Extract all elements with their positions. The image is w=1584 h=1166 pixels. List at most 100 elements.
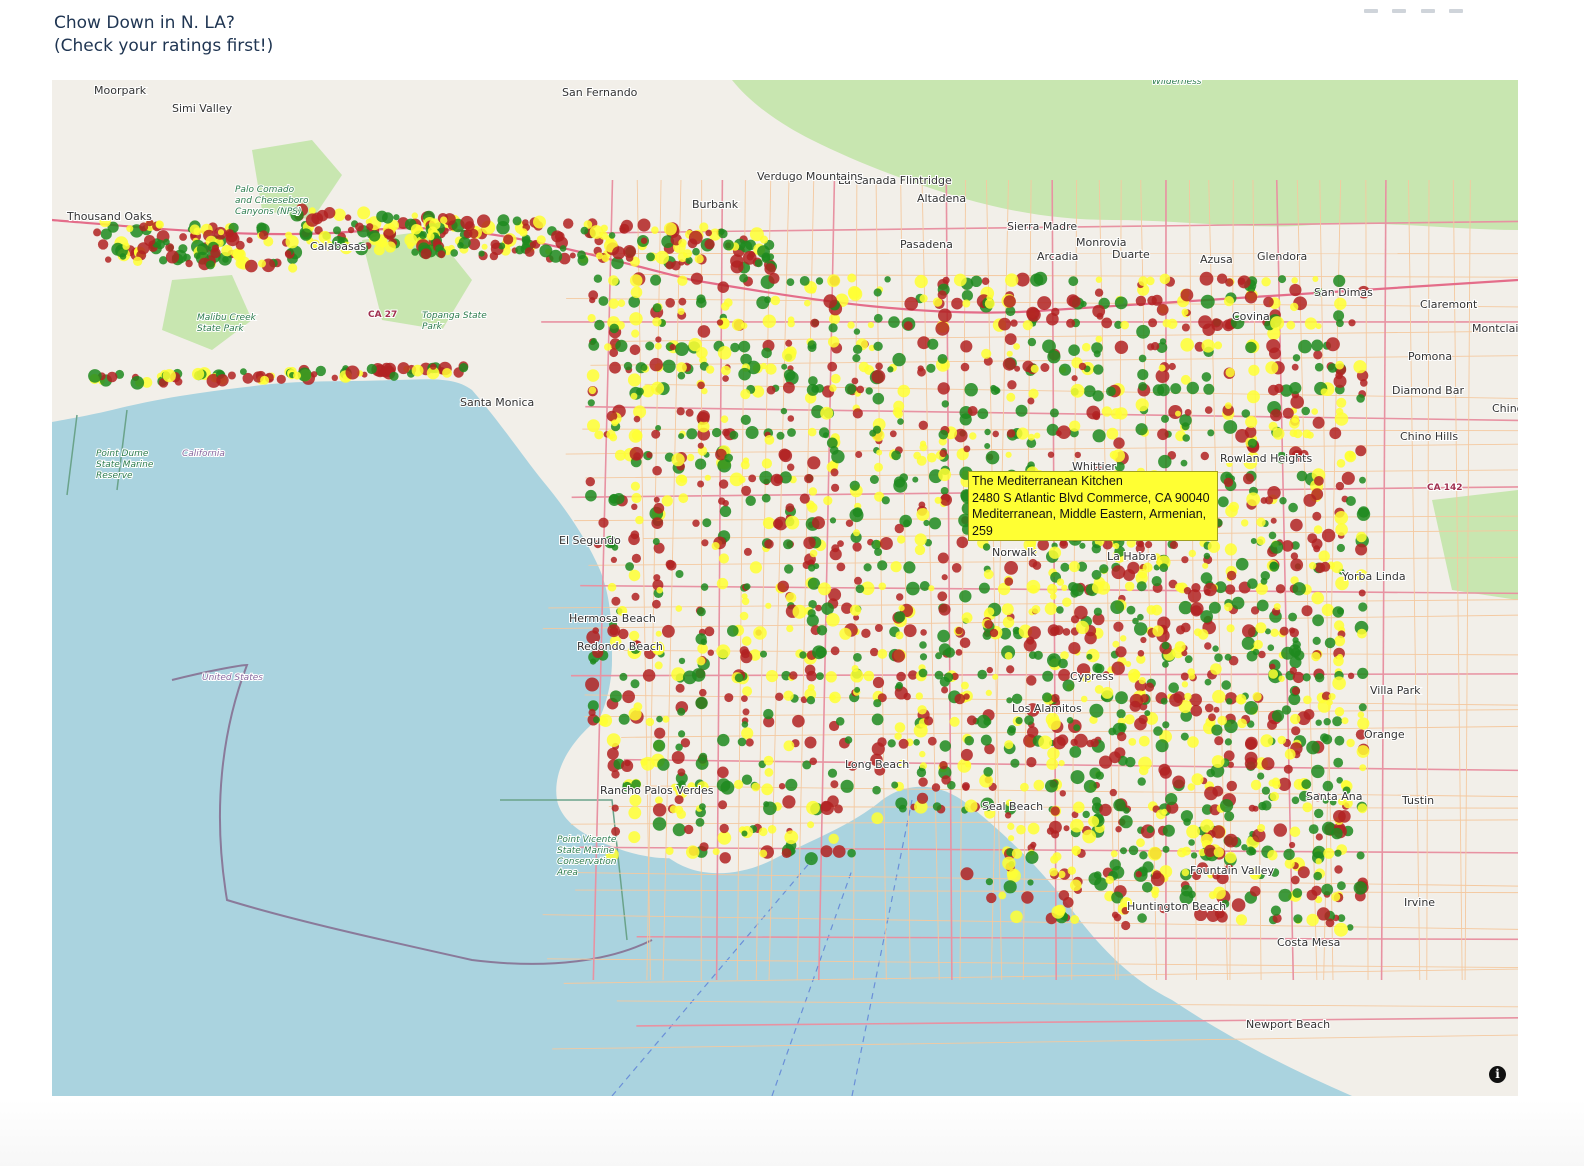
- restaurant-marker: [740, 389, 751, 400]
- restaurant-marker: [1111, 565, 1126, 580]
- restaurant-marker: [1181, 323, 1190, 332]
- restaurant-marker: [856, 385, 865, 394]
- info-icon[interactable]: i: [1489, 1066, 1506, 1083]
- restaurant-marker: [1316, 907, 1331, 921]
- restaurant-tooltip: The Mediterranean Kitchen 2480 S Atlanti…: [968, 471, 1218, 541]
- restaurant-marker: [686, 428, 698, 440]
- restaurant-marker: [629, 344, 641, 356]
- restaurant-marker: [1068, 276, 1079, 287]
- restaurant-marker: [1078, 362, 1087, 371]
- restaurant-marker: [1291, 686, 1301, 696]
- restaurant-marker: [1248, 847, 1255, 854]
- restaurant-marker: [874, 462, 883, 472]
- restaurant-marker: [1334, 849, 1342, 857]
- restaurant-marker: [1200, 833, 1213, 847]
- restaurant-marker: [855, 584, 865, 594]
- restaurant-marker: [815, 604, 822, 612]
- restaurant-marker: [960, 362, 970, 372]
- restaurant-marker: [865, 387, 873, 395]
- restaurant-marker: [1257, 772, 1265, 780]
- restaurant-marker: [1092, 390, 1104, 402]
- place-label: Pomona: [1408, 350, 1452, 363]
- restaurant-marker: [539, 244, 553, 258]
- restaurant-marker: [1338, 810, 1351, 823]
- restaurant-marker: [1270, 905, 1281, 916]
- place-label: La Habra: [1107, 550, 1157, 563]
- restaurant-marker: [662, 715, 670, 723]
- restaurant-marker: [1290, 518, 1303, 532]
- place-label: Thousand Oaks: [66, 210, 152, 223]
- restaurant-marker: [1123, 569, 1136, 581]
- modebar-button[interactable]: [1420, 9, 1435, 13]
- restaurant-marker: [1204, 703, 1214, 713]
- restaurant-marker: [809, 549, 818, 558]
- restaurant-marker: [894, 523, 904, 534]
- restaurant-marker: [695, 458, 707, 470]
- restaurant-marker: [1238, 697, 1245, 705]
- restaurant-marker: [1137, 369, 1149, 381]
- restaurant-marker: [609, 361, 621, 374]
- restaurant-marker: [1268, 669, 1279, 679]
- place-label: Claremont: [1420, 298, 1478, 311]
- restaurant-marker: [1138, 677, 1146, 685]
- restaurant-marker: [717, 733, 730, 747]
- restaurant-marker: [1288, 612, 1297, 622]
- restaurant-marker: [695, 818, 705, 827]
- restaurant-marker: [722, 375, 729, 382]
- modebar-button[interactable]: [1392, 9, 1407, 13]
- restaurant-marker: [719, 823, 729, 834]
- restaurant-marker: [764, 768, 774, 777]
- restaurant-marker: [877, 560, 888, 571]
- restaurant-marker: [923, 519, 930, 527]
- restaurant-marker: [954, 693, 966, 705]
- restaurant-marker: [407, 242, 414, 250]
- restaurant-marker: [919, 750, 926, 758]
- restaurant-marker: [990, 386, 1000, 395]
- restaurant-marker: [1252, 692, 1262, 702]
- restaurant-marker: [879, 537, 893, 550]
- restaurant-marker: [205, 260, 215, 270]
- modebar-button[interactable]: [1449, 9, 1464, 13]
- restaurant-marker: [1289, 667, 1298, 675]
- restaurant-marker: [1155, 739, 1169, 753]
- restaurant-marker: [1115, 691, 1128, 705]
- restaurant-marker: [232, 247, 244, 260]
- restaurant-marker: [1091, 581, 1104, 594]
- restaurant-marker: [1099, 564, 1109, 574]
- restaurant-marker: [608, 298, 619, 309]
- restaurant-marker: [630, 286, 643, 299]
- restaurant-marker: [934, 496, 942, 504]
- restaurant-marker: [916, 508, 930, 521]
- restaurant-marker: [288, 263, 298, 273]
- restaurant-marker: [1250, 538, 1257, 544]
- restaurant-marker: [965, 761, 972, 768]
- restaurant-marker: [1213, 886, 1226, 900]
- restaurant-marker: [608, 275, 619, 286]
- restaurant-marker: [1113, 621, 1124, 632]
- area-label: State Park: [197, 324, 244, 334]
- modebar[interactable]: [1354, 0, 1504, 13]
- restaurant-marker: [512, 216, 522, 226]
- restaurant-marker: [1026, 579, 1041, 594]
- restaurant-marker: [1214, 653, 1223, 662]
- restaurant-marker: [915, 692, 923, 700]
- map-canvas[interactable]: Moorpark Simi Valley Thousand Oaks Calabasa…: [52, 80, 1518, 1096]
- restaurant-marker: [827, 361, 838, 372]
- restaurant-marker: [1228, 501, 1239, 512]
- modebar-button[interactable]: [1364, 9, 1378, 13]
- restaurant-marker: [1306, 913, 1319, 927]
- map-view[interactable]: Moorpark Simi Valley Thousand Oaks Calabasa…: [52, 80, 1518, 1096]
- restaurant-marker: [692, 519, 700, 527]
- restaurant-marker: [651, 429, 661, 439]
- restaurant-marker: [701, 539, 709, 547]
- restaurant-marker: [944, 647, 955, 658]
- restaurant-marker: [711, 542, 720, 550]
- place-label: Villa Park: [1370, 684, 1421, 697]
- restaurant-marker: [942, 276, 950, 284]
- restaurant-marker: [1071, 375, 1078, 382]
- restaurant-marker: [695, 633, 707, 645]
- restaurant-marker: [676, 362, 687, 373]
- restaurant-marker: [1261, 786, 1270, 795]
- restaurant-marker: [849, 480, 860, 491]
- restaurant-marker: [1042, 670, 1054, 682]
